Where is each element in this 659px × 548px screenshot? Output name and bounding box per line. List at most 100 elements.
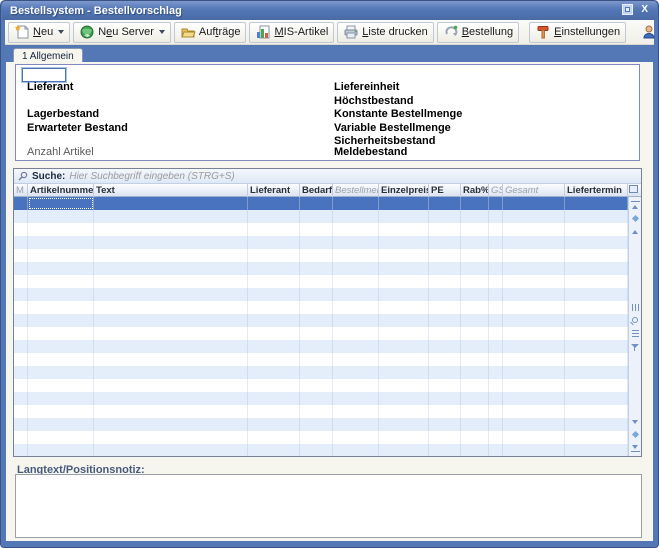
- cell[interactable]: [300, 249, 333, 262]
- cell[interactable]: [461, 431, 489, 444]
- cell[interactable]: [94, 301, 248, 314]
- cell[interactable]: [333, 301, 379, 314]
- table-row[interactable]: [14, 262, 628, 275]
- cell[interactable]: [503, 366, 565, 379]
- close-button[interactable]: X: [639, 4, 650, 15]
- cell[interactable]: [503, 431, 565, 444]
- scroll-to-bottom-icon[interactable]: [631, 443, 640, 452]
- cell[interactable]: [489, 327, 503, 340]
- cell[interactable]: [333, 249, 379, 262]
- cell[interactable]: [461, 262, 489, 275]
- cell[interactable]: [379, 340, 429, 353]
- cell[interactable]: [379, 379, 429, 392]
- cell[interactable]: [300, 210, 333, 223]
- cell[interactable]: [379, 223, 429, 236]
- cell[interactable]: [333, 418, 379, 431]
- cell[interactable]: [14, 236, 28, 249]
- cell[interactable]: [503, 288, 565, 301]
- cell[interactable]: [300, 405, 333, 418]
- cell[interactable]: [379, 210, 429, 223]
- cell[interactable]: [28, 197, 94, 210]
- cell[interactable]: [429, 197, 461, 210]
- cell[interactable]: [248, 418, 300, 431]
- scroll-down-icon[interactable]: [631, 417, 640, 426]
- cell[interactable]: [429, 275, 461, 288]
- cell[interactable]: [248, 366, 300, 379]
- column-header-text[interactable]: Text: [94, 184, 248, 197]
- cell[interactable]: [248, 392, 300, 405]
- cell[interactable]: [14, 327, 28, 340]
- chevron-down-icon[interactable]: [159, 30, 165, 34]
- cell[interactable]: [14, 275, 28, 288]
- table-row[interactable]: [14, 249, 628, 262]
- cell[interactable]: [461, 405, 489, 418]
- cell[interactable]: [565, 314, 628, 327]
- cell[interactable]: [248, 275, 300, 288]
- langtext-textarea[interactable]: [15, 474, 642, 538]
- cell[interactable]: [94, 223, 248, 236]
- cell[interactable]: [565, 418, 628, 431]
- cell[interactable]: [28, 223, 94, 236]
- cell[interactable]: [429, 327, 461, 340]
- cell[interactable]: [461, 288, 489, 301]
- cell[interactable]: [429, 223, 461, 236]
- cell[interactable]: [94, 262, 248, 275]
- table-row-selected[interactable]: [14, 197, 628, 210]
- cell[interactable]: [28, 353, 94, 366]
- cell[interactable]: [248, 314, 300, 327]
- scroll-up-icon[interactable]: [631, 227, 640, 236]
- cell[interactable]: [461, 366, 489, 379]
- cell[interactable]: [489, 379, 503, 392]
- cell[interactable]: [333, 340, 379, 353]
- cell[interactable]: [461, 327, 489, 340]
- cell[interactable]: [489, 197, 503, 210]
- cell[interactable]: [14, 262, 28, 275]
- cell[interactable]: [333, 210, 379, 223]
- cell[interactable]: [489, 353, 503, 366]
- cell[interactable]: [503, 249, 565, 262]
- cell[interactable]: [333, 236, 379, 249]
- cell[interactable]: [503, 379, 565, 392]
- cell[interactable]: [503, 223, 565, 236]
- cell[interactable]: [333, 314, 379, 327]
- cell[interactable]: [565, 249, 628, 262]
- cell[interactable]: [14, 431, 28, 444]
- cell[interactable]: [14, 223, 28, 236]
- cell[interactable]: [489, 223, 503, 236]
- column-header-m[interactable]: M: [14, 184, 28, 197]
- cell[interactable]: [429, 262, 461, 275]
- neu-button[interactable]: Neu: [8, 22, 70, 43]
- table-row[interactable]: [14, 444, 628, 456]
- cell[interactable]: [14, 340, 28, 353]
- cell[interactable]: [300, 340, 333, 353]
- cell[interactable]: [248, 236, 300, 249]
- einstellungen-button[interactable]: Einstellungen: [529, 22, 626, 43]
- cell[interactable]: [489, 444, 503, 456]
- auftraege-button[interactable]: Aufträge: [174, 22, 247, 43]
- table-row[interactable]: [14, 314, 628, 327]
- cell[interactable]: [300, 444, 333, 456]
- search-bar[interactable]: Suche: Hier Suchbegriff eingeben (STRG+S…: [14, 169, 641, 184]
- cell[interactable]: [461, 236, 489, 249]
- cell[interactable]: [248, 405, 300, 418]
- cell[interactable]: [14, 392, 28, 405]
- cell[interactable]: [14, 249, 28, 262]
- cell[interactable]: [300, 301, 333, 314]
- cell[interactable]: [565, 431, 628, 444]
- cell[interactable]: [300, 314, 333, 327]
- cell[interactable]: [565, 353, 628, 366]
- column-header-liefertermin[interactable]: Liefertermin: [565, 184, 628, 197]
- cell[interactable]: [565, 340, 628, 353]
- chevron-down-icon[interactable]: [58, 30, 64, 34]
- cell[interactable]: [94, 353, 248, 366]
- cell[interactable]: [333, 223, 379, 236]
- cell[interactable]: [461, 379, 489, 392]
- cell[interactable]: [300, 353, 333, 366]
- cell[interactable]: [28, 262, 94, 275]
- cell[interactable]: [379, 314, 429, 327]
- cell[interactable]: [14, 288, 28, 301]
- cell[interactable]: [379, 392, 429, 405]
- table-row[interactable]: [14, 353, 628, 366]
- table-row[interactable]: [14, 210, 628, 223]
- cell[interactable]: [503, 275, 565, 288]
